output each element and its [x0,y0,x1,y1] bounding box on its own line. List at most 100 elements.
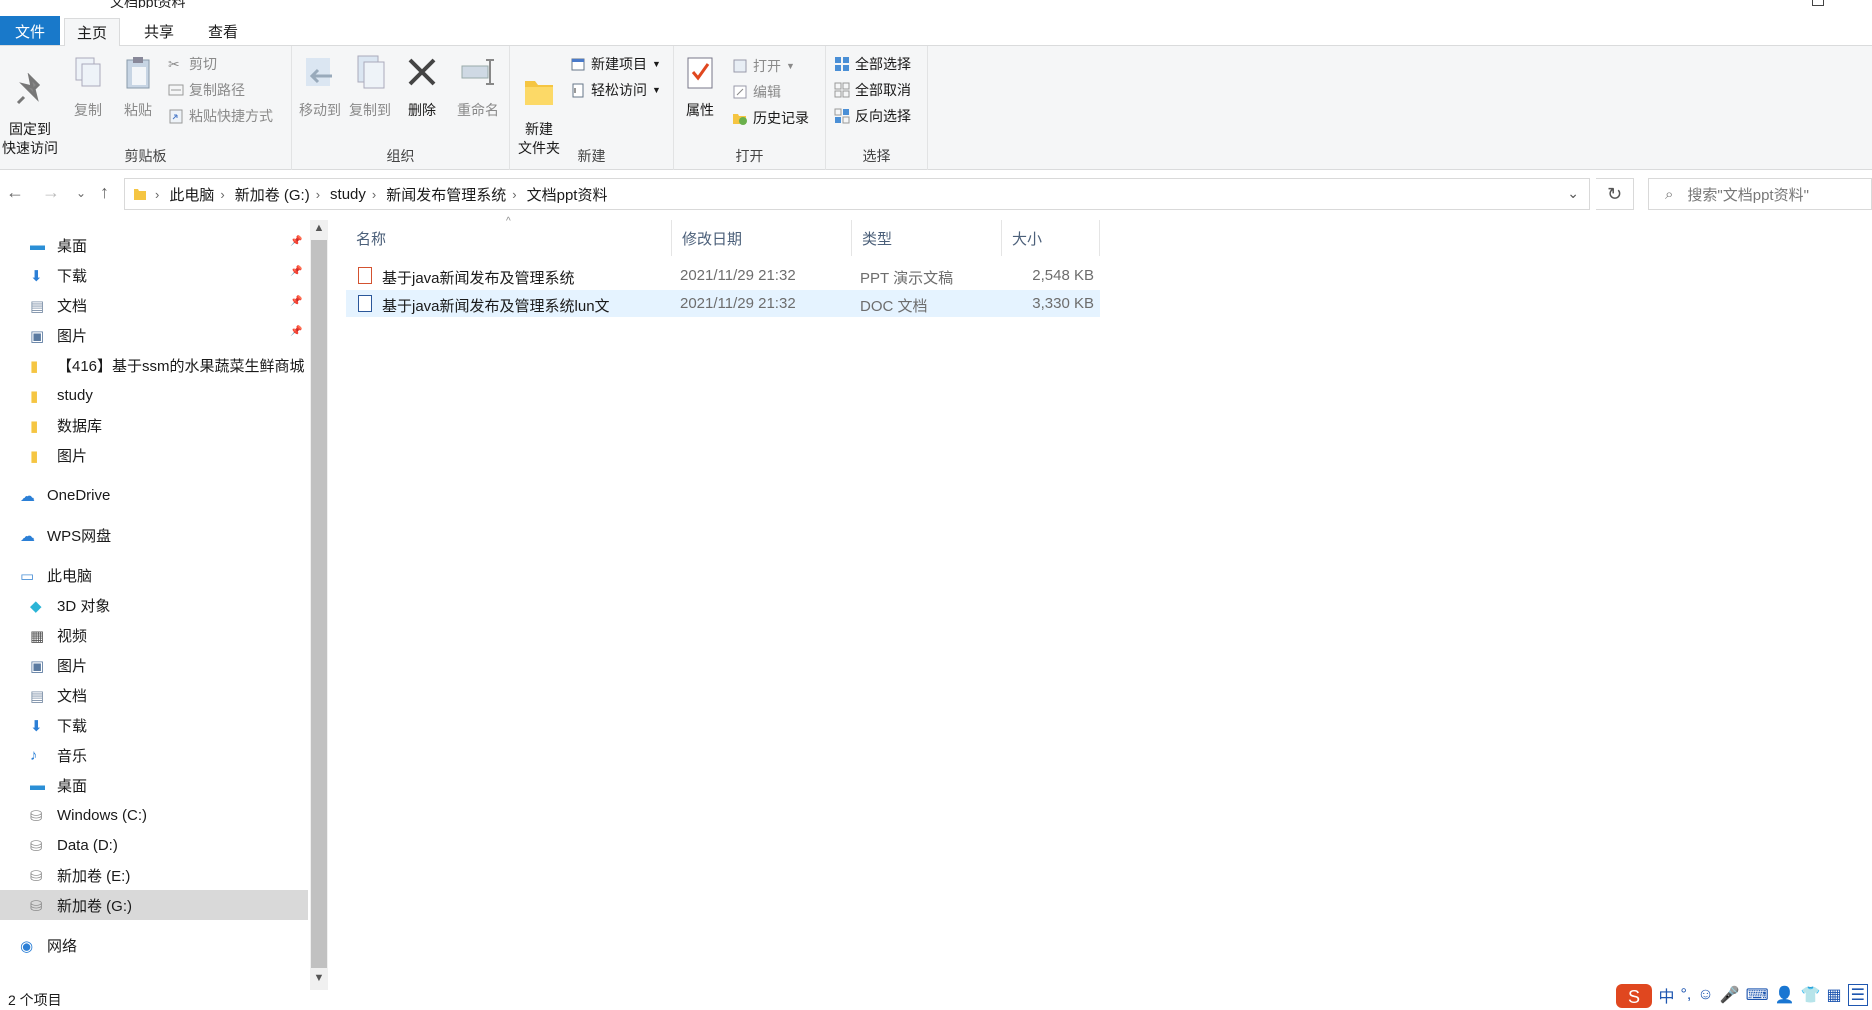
nav-item[interactable]: ▣ 图片 [0,650,308,680]
restore-icon[interactable] [1812,0,1824,6]
move-to-button[interactable]: 移动到 [296,54,344,120]
nav-item[interactable]: ▤ 文档 [0,680,308,710]
nav-item[interactable]: ⛁ Data (D:) [0,830,308,860]
new-item-label: 新建项目 [591,56,647,72]
copy-to-button[interactable]: 复制到 [346,54,394,120]
recent-locations-icon[interactable]: ⌄ [76,186,86,200]
column-size[interactable]: 大小 [1002,220,1100,256]
nav-item[interactable]: ⬇ 下载 [0,710,308,740]
file-modified: 2021/11/29 21:32 [680,267,796,284]
invert-selection-button[interactable]: 反向选择 [834,104,911,128]
breadcrumb-item[interactable]: 新加卷 (G:) [235,184,310,205]
nav-item[interactable]: ◉ 网络 [0,930,308,960]
nav-item[interactable]: ⛁ 新加卷 (E:) [0,860,308,890]
nav-item[interactable]: ⛁ 新加卷 (G:) [0,890,308,920]
paste-shortcut-button[interactable]: 粘贴快捷方式 [168,104,273,128]
details-view-icon[interactable]: ☰ [1847,984,1868,1006]
new-item-button[interactable]: 新建项目 ▼ [570,52,661,76]
nav-item[interactable]: ▦ 视频 [0,620,308,650]
clipboard-group-label: 剪贴板 [124,148,167,164]
breadcrumb-item[interactable]: 文档ppt资料 [527,184,608,205]
file-row[interactable]: 基于java新闻发布及管理系统 2021/11/29 21:32 PPT 演示文稿 2… [346,262,1100,289]
nav-item[interactable]: ▬ 桌面 [0,230,308,260]
scroll-up-icon[interactable]: ▲ [310,222,328,234]
up-icon[interactable]: ↑ [100,182,109,203]
rename-button[interactable]: 重命名 [452,54,504,120]
microphone-icon[interactable]: 🎤 [1720,985,1740,1005]
tab-view[interactable]: 查看 [196,18,250,46]
copy-button[interactable]: 复制 [68,54,108,120]
copy-path-button[interactable]: 复制路径 [168,78,245,102]
chevron-right-icon[interactable]: › [220,187,224,202]
nav-item[interactable]: ▮ 图片 [0,440,308,470]
column-name[interactable]: 名称 ^ [346,216,672,256]
nav-item-label: 文档 [57,297,88,315]
tab-home[interactable]: 主页 [64,18,121,47]
nav-item[interactable]: ☁ WPS网盘 [0,520,308,550]
skin-icon[interactable]: 👕 [1801,985,1821,1005]
paste-button[interactable]: 粘贴 [118,54,158,120]
easy-access-button[interactable]: 轻松访问 ▼ [570,78,661,102]
chevron-right-icon[interactable]: › [512,187,516,202]
nav-item[interactable]: ▮ 【416】基于ssm的水果蔬菜生鲜商城 [0,350,308,380]
cloud-icon: ☁ [20,488,35,505]
nav-item[interactable]: ▮ study [0,380,308,410]
tab-file[interactable]: 文件 [0,16,60,45]
copy-icon [75,57,101,87]
nav-item[interactable]: ☁ OneDrive [0,480,308,510]
ime-mode[interactable]: 中 [1658,983,1674,1007]
pin-icon: 📌 [290,266,303,277]
nav-item[interactable]: ▤ 文档 [0,290,308,320]
edit-button[interactable]: 编辑 [732,80,781,104]
nav-item[interactable]: ▬ 桌面 [0,770,308,800]
open-button[interactable]: 打开 ▼ [732,54,795,78]
nav-item[interactable]: ⬇ 下载 [0,260,308,290]
folder-icon [134,189,146,200]
search-input[interactable]: ⌕ 搜索"文档ppt资料" [1648,178,1872,210]
breadcrumb-item[interactable]: study [330,186,366,203]
toolbox-icon[interactable]: ▦ [1827,985,1842,1005]
select-none-button[interactable]: 全部取消 [834,78,911,102]
document-icon: ▤ [30,688,45,705]
scroll-down-icon[interactable]: ▼ [310,972,328,984]
user-icon[interactable]: 👤 [1775,985,1795,1005]
pin-quick-access-button[interactable]: 固定到 快速访问 [0,54,60,158]
nav-item[interactable]: ▮ 数据库 [0,410,308,440]
select-group-label: 选择 [862,148,891,164]
tab-share[interactable]: 共享 [132,18,186,46]
chevron-right-icon[interactable]: › [316,187,320,202]
sogou-ime-icon[interactable]: S [1616,982,1653,1008]
copy-to-icon [357,55,385,89]
breadcrumb-item[interactable]: 新闻发布管理系统 [386,184,506,205]
address-bar[interactable]: › 此电脑 › 新加卷 (G:) › study › 新闻发布管理系统 › 文档ppt资料 ⌄ [124,178,1590,210]
new-folder-button[interactable]: 新建 文件夹 [514,54,564,158]
file-row[interactable]: 基于java新闻发布及管理系统lun文 2021/11/29 21:32 DOC 文… [346,290,1100,317]
chevron-down-icon[interactable]: ⌄ [1567,185,1579,202]
chevron-right-icon[interactable]: › [372,187,376,202]
cut-button[interactable]: ✂ 剪切 [168,52,217,76]
keyboard-icon[interactable]: ⌨ [1746,985,1769,1005]
nav-item[interactable]: ▭ 此电脑 [0,560,308,590]
nav-item[interactable]: ▣ 图片 [0,320,308,350]
breadcrumb-item[interactable]: 此电脑 [169,184,214,205]
punctuation-icon[interactable]: °, [1680,986,1691,1004]
forward-icon[interactable]: → [42,182,60,203]
delete-icon [408,58,436,86]
column-modified[interactable]: 修改日期 [672,220,852,256]
back-icon[interactable]: ← [6,182,24,203]
delete-button[interactable]: 删除 [402,54,442,120]
select-all-button[interactable]: 全部选择 [834,52,911,76]
nav-item[interactable]: ♪ 音乐 [0,740,308,770]
nav-scrollbar[interactable]: ▲ ▼ [310,220,328,990]
emoji-icon[interactable]: ☺ [1697,986,1713,1004]
scrollbar-thumb[interactable] [311,240,327,968]
column-type[interactable]: 类型 [852,220,1002,256]
nav-item[interactable]: ◆ 3D 对象 [0,590,308,620]
properties-button[interactable]: 属性 [680,54,720,120]
refresh-button[interactable]: ↻ [1596,178,1634,210]
nav-item[interactable]: ⛁ Windows (C:) [0,800,308,830]
history-button[interactable]: 历史记录 [732,106,809,130]
invert-selection-label: 反向选择 [855,108,911,124]
paste-shortcut-icon [169,109,183,124]
copy-label: 复制 [74,102,102,118]
